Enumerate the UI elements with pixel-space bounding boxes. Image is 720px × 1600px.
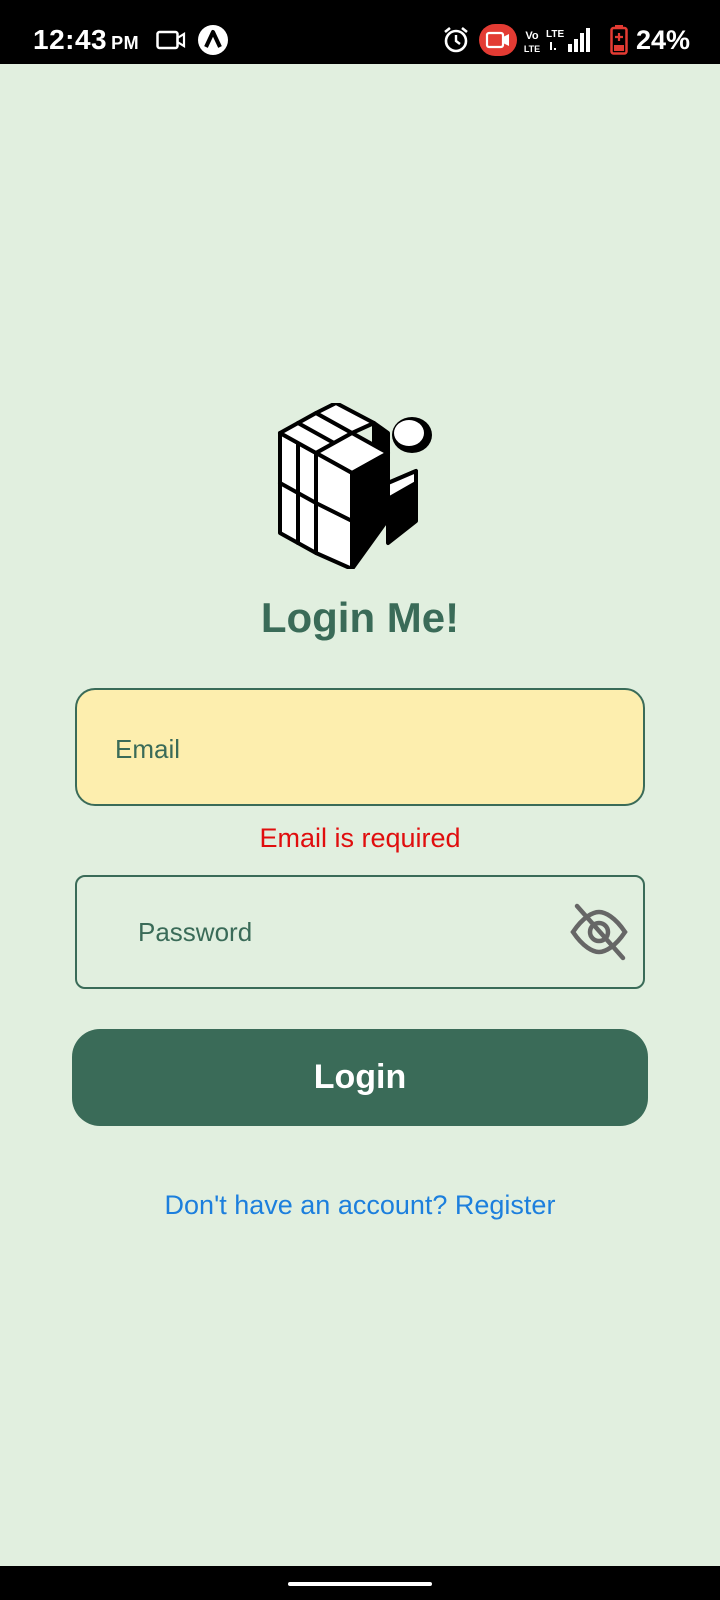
status-bar: 12:43 PM Vo LTE LTE 24% bbox=[0, 0, 720, 64]
screen-record-icon bbox=[479, 24, 517, 56]
volte-icon: Vo LTE bbox=[524, 30, 540, 54]
svg-text:LTE: LTE bbox=[524, 44, 540, 54]
alarm-clock-icon bbox=[444, 26, 468, 53]
password-placeholder: Password bbox=[138, 917, 253, 947]
svg-text:Vo: Vo bbox=[525, 30, 539, 42]
register-link[interactable]: Don't have an account? Register bbox=[0, 1190, 720, 1221]
battery-percentage: 24% bbox=[636, 25, 691, 55]
svg-text:LTE: LTE bbox=[546, 29, 564, 40]
lte-signal-icon: LTE bbox=[546, 28, 590, 52]
video-camera-icon bbox=[156, 30, 186, 50]
login-button[interactable]: Login bbox=[72, 1029, 648, 1126]
password-field[interactable]: Password bbox=[75, 875, 645, 989]
battery-icon bbox=[610, 25, 628, 55]
page-title: Login Me! bbox=[260, 594, 460, 641]
email-error-message: Email is required bbox=[259, 823, 461, 853]
email-placeholder: Email bbox=[115, 734, 181, 764]
navigation-bar bbox=[0, 1566, 720, 1600]
status-time: 12:43 PM bbox=[33, 24, 140, 55]
cubes-logo-icon bbox=[278, 403, 432, 569]
email-field[interactable]: Email bbox=[75, 688, 645, 806]
home-gesture-handle[interactable] bbox=[288, 1582, 432, 1586]
eye-off-icon[interactable] bbox=[569, 903, 629, 961]
status-ampm: PM bbox=[111, 33, 140, 53]
app-a-icon bbox=[198, 25, 228, 55]
